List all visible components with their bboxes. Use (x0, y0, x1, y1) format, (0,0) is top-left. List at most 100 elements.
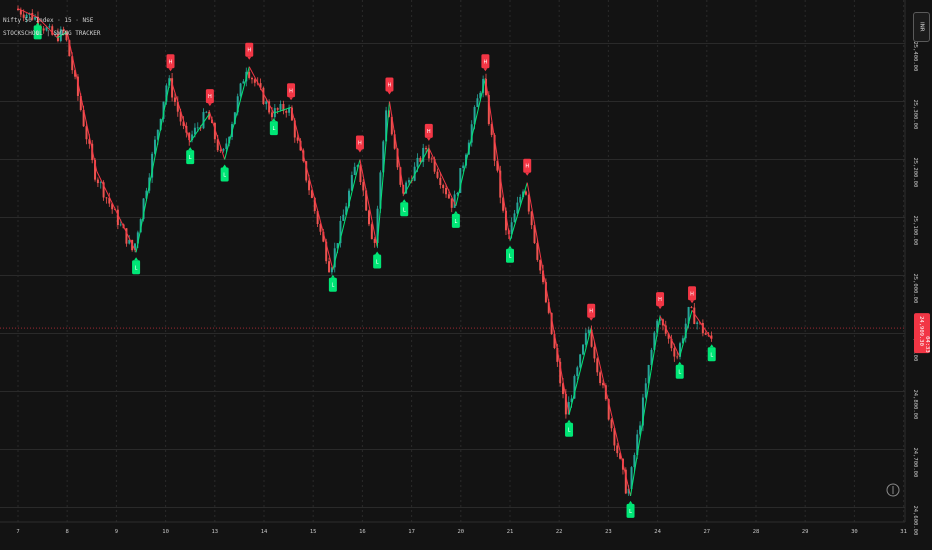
swing-segment (428, 147, 457, 207)
marker-label: L (710, 352, 713, 358)
candle-body (250, 77, 253, 80)
marker-label: H (484, 59, 488, 65)
time-tick-label: 29 (802, 529, 809, 535)
swing-segment (332, 159, 361, 270)
marker-pointer (402, 199, 407, 203)
marker-label: H (388, 83, 392, 89)
candle-body (644, 383, 647, 398)
candle-body (584, 332, 587, 345)
time-axis[interactable]: 7 8 9 10 13 14 15 16 17 20 21 22 23 24 27 28 29 30 31 (0, 521, 907, 535)
marker-pointer (271, 118, 276, 122)
marker-label: L (135, 265, 138, 271)
time-tick-label: 7 (16, 529, 19, 535)
price-tick-label: 25,400.00 (912, 42, 918, 72)
marker-pointer (134, 257, 139, 261)
indicator-title[interactable]: STOCKSCHOOL | SWING TRACKER (3, 27, 101, 40)
candle-body (704, 333, 707, 335)
time-tick-label: 16 (359, 529, 366, 535)
candle-body (576, 367, 579, 377)
swing-low-marker: L (451, 210, 460, 228)
swing-segment (248, 66, 275, 114)
candle-body (436, 171, 439, 178)
candle-body (285, 111, 288, 113)
swing-low-marker: L (269, 118, 278, 136)
marker-pointer (426, 137, 431, 141)
marker-pointer (628, 500, 633, 504)
swing-high-marker: H (424, 123, 433, 141)
time-tick-label: 13 (211, 529, 218, 535)
marker-pointer (567, 419, 572, 423)
marker-pointer (508, 245, 512, 249)
marker-pointer (589, 317, 594, 321)
price-tick-label: 24,600.00 (912, 506, 918, 536)
candle-body (265, 101, 268, 105)
candle-body (296, 137, 299, 141)
candle-body (450, 198, 453, 208)
marker-pointer (525, 172, 530, 176)
swing-low-marker: L (328, 274, 337, 292)
candle-body (253, 79, 256, 83)
marker-pointer (483, 68, 488, 72)
marker-label: H (247, 48, 251, 54)
candle-body (439, 177, 442, 186)
candle-body (524, 191, 527, 195)
candle-body (222, 148, 225, 151)
marker-label: L (403, 207, 406, 213)
time-tick-label: 23 (605, 529, 612, 535)
marker-label: L (568, 428, 571, 434)
candle-body (99, 182, 102, 184)
marker-label: H (427, 129, 431, 135)
swing-segment (509, 182, 528, 241)
swing-low-marker: L (400, 199, 409, 217)
candle-body (596, 358, 599, 373)
last-price-countdown: 04:33 (924, 336, 930, 353)
time-tick-label: 22 (556, 529, 563, 535)
time-tick-label: 10 (162, 529, 169, 535)
swing-segment (659, 315, 681, 357)
time-tick-label: 9 (115, 529, 118, 535)
time-tick-label: 24 (654, 529, 661, 535)
swing-segment (630, 316, 661, 496)
candle-body (196, 127, 199, 129)
candle-body (407, 180, 410, 183)
marker-label: L (376, 260, 379, 266)
candle-body (693, 307, 696, 325)
candle-body (539, 259, 542, 271)
candle-body (442, 185, 445, 189)
candle-body (308, 180, 311, 191)
marker-label: H (589, 309, 593, 315)
swing-segment (209, 112, 226, 160)
candle-body (119, 224, 122, 226)
candle-body (362, 182, 365, 191)
price-axis[interactable]: 24,600.0024,700.0024,800.0024,900.0025,0… (904, 0, 918, 536)
currency-button[interactable]: INR (913, 12, 930, 42)
price-chart[interactable]: HHHHHHHHHHHHLLLLLLLLLLLLLL 24,600.0024,7… (0, 0, 932, 550)
candle-body (239, 83, 242, 97)
candle-body (519, 197, 522, 203)
candle-body (242, 81, 245, 84)
swing-low-marker: L (373, 251, 382, 269)
marker-pointer (709, 344, 714, 348)
candle-body (328, 261, 331, 273)
symbol-title[interactable]: Nifty 50 Index · 15 · NSE (3, 14, 101, 27)
marker-pointer (168, 68, 173, 72)
swing-segment (376, 101, 390, 247)
last-price-value: 24,909.30 (918, 316, 924, 346)
swing-low-marker: L (675, 361, 684, 379)
swing-low-marker: L (565, 419, 574, 437)
candle-body (476, 98, 479, 108)
candle-body (370, 224, 373, 240)
time-axis-settings-icon[interactable] (886, 483, 900, 497)
swing-segment (224, 66, 250, 160)
candle-body (270, 112, 273, 118)
marker-label: L (223, 173, 226, 179)
marker-label: H (525, 164, 529, 170)
swing-segment (290, 107, 334, 270)
candle-body (279, 103, 282, 110)
candle-body (116, 209, 119, 226)
candle-body (690, 307, 693, 308)
swing-high-marker: H (287, 83, 296, 101)
swing-low-marker: L (186, 147, 195, 165)
swing-high-marker: H (385, 77, 394, 95)
marker-label: L (509, 254, 512, 260)
